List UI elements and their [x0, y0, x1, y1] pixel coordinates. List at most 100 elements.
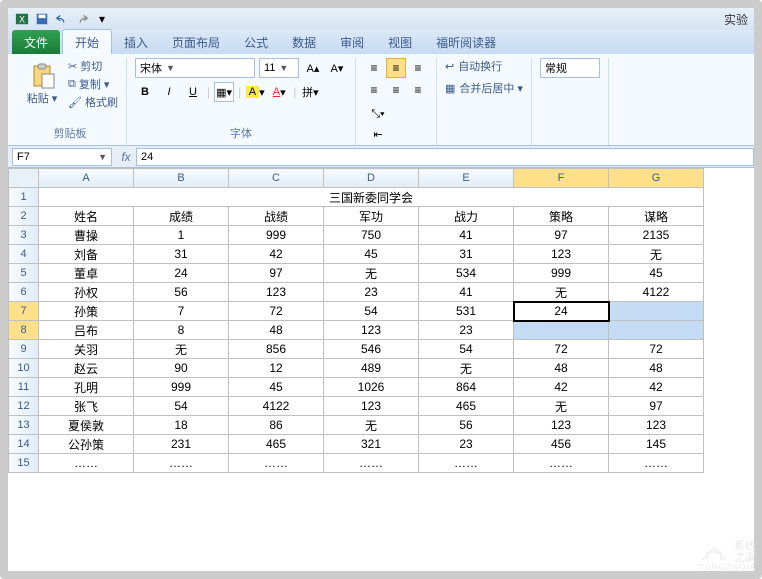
data-cell[interactable]: 465 [419, 397, 514, 416]
header-cell[interactable]: 成绩 [134, 207, 229, 226]
data-cell[interactable]: …… [324, 454, 419, 473]
name-box[interactable]: F7▼ [12, 148, 112, 166]
data-cell[interactable]: 无 [514, 283, 609, 302]
select-all-corner[interactable] [9, 169, 39, 188]
row-header[interactable]: 1 [9, 188, 39, 207]
data-cell[interactable]: 54 [134, 397, 229, 416]
data-cell[interactable]: 23 [419, 321, 514, 340]
data-cell[interactable]: 56 [419, 416, 514, 435]
data-cell[interactable]: 465 [229, 435, 324, 454]
data-cell[interactable]: 546 [324, 340, 419, 359]
data-cell[interactable] [609, 321, 704, 340]
data-cell[interactable]: 534 [419, 264, 514, 283]
data-cell[interactable]: 72 [229, 302, 324, 321]
data-cell[interactable] [514, 321, 609, 340]
align-middle-button[interactable]: ≡ [386, 58, 406, 78]
data-cell[interactable]: 72 [609, 340, 704, 359]
column-header[interactable]: D [324, 169, 419, 188]
data-cell[interactable]: 赵云 [39, 359, 134, 378]
tab-data[interactable]: 数据 [280, 30, 328, 54]
tab-layout[interactable]: 页面布局 [160, 30, 232, 54]
data-cell[interactable]: 321 [324, 435, 419, 454]
data-cell[interactable]: 4122 [229, 397, 324, 416]
data-cell[interactable]: 750 [324, 226, 419, 245]
data-cell[interactable]: 999 [229, 226, 324, 245]
data-cell[interactable]: 31 [134, 245, 229, 264]
data-cell[interactable]: 孔明 [39, 378, 134, 397]
data-cell[interactable]: 123 [324, 397, 419, 416]
worksheet-area[interactable]: ABCDEFG 1三国新委同学会2姓名成绩战绩军功战力策略谋略3曹操199975… [8, 168, 754, 571]
data-cell[interactable]: 张飞 [39, 397, 134, 416]
data-cell[interactable]: …… [229, 454, 324, 473]
data-cell[interactable]: 夏侯敦 [39, 416, 134, 435]
data-cell[interactable]: 45 [229, 378, 324, 397]
orientation-button[interactable]: ⤡▾ [368, 104, 388, 124]
data-cell[interactable]: 无 [324, 264, 419, 283]
data-cell[interactable]: 531 [419, 302, 514, 321]
formula-bar[interactable]: 24 [136, 148, 754, 166]
data-cell[interactable]: 54 [419, 340, 514, 359]
data-cell[interactable]: 41 [419, 283, 514, 302]
data-cell[interactable]: 45 [324, 245, 419, 264]
data-cell[interactable]: 无 [609, 245, 704, 264]
data-cell[interactable]: 145 [609, 435, 704, 454]
column-header[interactable]: F [514, 169, 609, 188]
fill-color-button[interactable]: A▾ [245, 82, 265, 102]
data-cell[interactable]: 72 [514, 340, 609, 359]
data-cell[interactable]: 无 [134, 340, 229, 359]
column-header[interactable]: B [134, 169, 229, 188]
data-cell[interactable]: 123 [514, 416, 609, 435]
data-cell[interactable]: 1 [134, 226, 229, 245]
data-cell[interactable]: 48 [229, 321, 324, 340]
data-cell[interactable]: 54 [324, 302, 419, 321]
data-cell[interactable]: …… [514, 454, 609, 473]
data-cell[interactable]: 24 [514, 302, 609, 321]
align-right-button[interactable]: ≡ [408, 80, 428, 100]
data-cell[interactable]: 123 [324, 321, 419, 340]
merge-center-button[interactable]: ▦合并后居中 ▾ [445, 80, 523, 96]
data-cell[interactable]: 7 [134, 302, 229, 321]
data-cell[interactable]: 公孙策 [39, 435, 134, 454]
data-cell[interactable]: …… [39, 454, 134, 473]
header-cell[interactable]: 谋略 [609, 207, 704, 226]
column-header[interactable]: A [39, 169, 134, 188]
tab-insert[interactable]: 插入 [112, 30, 160, 54]
data-cell[interactable]: 856 [229, 340, 324, 359]
wrap-text-button[interactable]: ↩自动换行 [445, 58, 523, 74]
data-cell[interactable]: 无 [419, 359, 514, 378]
data-cell[interactable]: 24 [134, 264, 229, 283]
data-cell[interactable] [609, 302, 704, 321]
bold-button[interactable]: B [135, 82, 155, 102]
row-header[interactable]: 7 [9, 302, 39, 321]
underline-button[interactable]: U [183, 82, 203, 102]
column-header[interactable]: C [229, 169, 324, 188]
data-cell[interactable]: 999 [514, 264, 609, 283]
header-cell[interactable]: 策略 [514, 207, 609, 226]
header-cell[interactable]: 军功 [324, 207, 419, 226]
save-icon[interactable] [34, 11, 50, 27]
data-cell[interactable]: 董卓 [39, 264, 134, 283]
data-cell[interactable]: 23 [324, 283, 419, 302]
tab-view[interactable]: 视图 [376, 30, 424, 54]
data-cell[interactable]: 97 [514, 226, 609, 245]
column-header[interactable]: G [609, 169, 704, 188]
header-cell[interactable]: 战力 [419, 207, 514, 226]
row-header[interactable]: 9 [9, 340, 39, 359]
row-header[interactable]: 2 [9, 207, 39, 226]
align-left-button[interactable]: ≡ [364, 80, 384, 100]
redo-icon[interactable] [74, 11, 90, 27]
tab-file[interactable]: 文件 [12, 30, 60, 54]
data-cell[interactable]: 864 [419, 378, 514, 397]
data-cell[interactable]: 8 [134, 321, 229, 340]
row-header[interactable]: 6 [9, 283, 39, 302]
data-cell[interactable]: 孙策 [39, 302, 134, 321]
qat-dropdown-icon[interactable]: ▾ [94, 11, 110, 27]
tab-foxit[interactable]: 福昕阅读器 [424, 30, 508, 54]
data-cell[interactable]: 231 [134, 435, 229, 454]
data-cell[interactable]: 12 [229, 359, 324, 378]
row-header[interactable]: 13 [9, 416, 39, 435]
italic-button[interactable]: I [159, 82, 179, 102]
row-header[interactable]: 14 [9, 435, 39, 454]
tab-formulas[interactable]: 公式 [232, 30, 280, 54]
data-cell[interactable]: 无 [514, 397, 609, 416]
